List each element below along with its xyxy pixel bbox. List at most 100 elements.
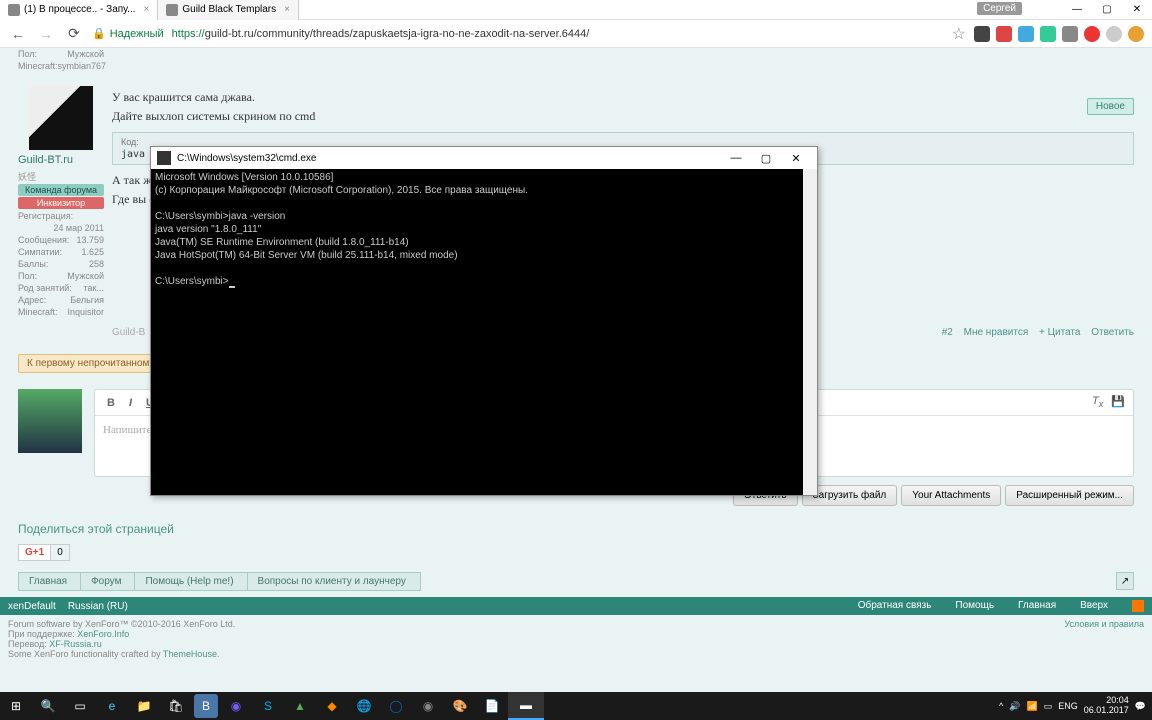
tab-1[interactable]: (1) В процессе.. - Запу... × xyxy=(0,0,158,20)
avatar[interactable] xyxy=(29,86,93,150)
ext-icon[interactable] xyxy=(996,26,1012,42)
save-draft-icon[interactable]: 💾 xyxy=(1111,395,1125,409)
advanced-button[interactable]: Расширенный режим... xyxy=(1005,485,1134,506)
url-field[interactable]: https://guild-bt.ru/community/threads/za… xyxy=(172,28,944,40)
edge-icon[interactable]: e xyxy=(96,692,128,720)
help-link[interactable]: Помощь xyxy=(955,600,994,612)
secure-label: Надежный xyxy=(110,28,164,40)
app-icon[interactable]: 📄 xyxy=(476,692,508,720)
task-view-icon[interactable]: ▭ xyxy=(64,692,96,720)
chrome-icon[interactable]: 🌐 xyxy=(348,692,380,720)
app-icon[interactable]: ◯ xyxy=(380,692,412,720)
theme-link[interactable]: xenDefault xyxy=(8,601,56,612)
lock-icon: 🔒 xyxy=(92,27,106,40)
lang-link[interactable]: Russian (RU) xyxy=(68,601,128,612)
battery-icon[interactable]: ▭ xyxy=(1044,701,1053,712)
network-icon[interactable]: 📶 xyxy=(1026,701,1037,712)
breadcrumb-item[interactable]: Форум xyxy=(80,572,136,591)
minimize-icon[interactable]: — xyxy=(1062,0,1092,20)
new-button[interactable]: Новое xyxy=(1087,98,1134,115)
quote-link[interactable]: + Цитата xyxy=(1039,327,1080,338)
volume-icon[interactable]: 🔊 xyxy=(1009,701,1020,712)
clock[interactable]: 20:04 06.01.2017 xyxy=(1084,696,1129,716)
cmd-titlebar[interactable]: C:\Windows\system32\cmd.exe — ▢ ✕ xyxy=(151,147,817,169)
cmd-terminal[interactable]: Microsoft Windows [Version 10.0.10586] (… xyxy=(151,169,817,495)
star-icon[interactable]: ☆ xyxy=(952,24,966,44)
like-link[interactable]: Мне нравится xyxy=(964,327,1029,338)
browser-titlebar: (1) В процессе.. - Запу... × Guild Black… xyxy=(0,0,1152,20)
avatar[interactable] xyxy=(18,389,82,453)
maximize-icon[interactable]: ▢ xyxy=(751,148,781,168)
scrollbar[interactable] xyxy=(803,169,817,495)
minimize-icon[interactable]: — xyxy=(721,148,751,168)
close-icon[interactable]: ✕ xyxy=(781,148,811,168)
windows-taskbar: ⊞ 🔍 ▭ e 📁 🛍 В ◉ S ▲ ◆ 🌐 ◯ ◉ 🎨 📄 ▬ ^ 🔊 📶 … xyxy=(0,692,1152,720)
start-button[interactable]: ⊞ xyxy=(0,692,32,720)
breadcrumb: Главная Форум Помощь (Help me!) Вопросы … xyxy=(18,572,1134,591)
reload-button[interactable]: ⟳ xyxy=(64,24,84,44)
ext-icon[interactable] xyxy=(1018,26,1034,42)
tab-title: Guild Black Templars xyxy=(182,4,276,15)
close-icon[interactable]: × xyxy=(144,4,150,15)
tray-up-icon[interactable]: ^ xyxy=(999,701,1003,711)
ext-icon[interactable] xyxy=(1062,26,1078,42)
window-controls: — ▢ ✕ xyxy=(1062,0,1152,20)
lang-indicator[interactable]: ENG xyxy=(1058,701,1078,711)
secure-indicator[interactable]: 🔒 Надежный xyxy=(92,27,164,40)
bold-button[interactable]: B xyxy=(103,395,119,411)
breadcrumb-item[interactable]: Вопросы по клиенту и лаунчеру xyxy=(247,572,421,591)
contact-link[interactable]: Обратная связь xyxy=(858,600,932,612)
terms-link[interactable]: Условия и правила xyxy=(1064,619,1144,629)
scroll-top-icon[interactable]: ↗ xyxy=(1116,572,1134,590)
search-icon[interactable]: 🔍 xyxy=(32,692,64,720)
app-icon[interactable]: 🎨 xyxy=(444,692,476,720)
explorer-icon[interactable]: 📁 xyxy=(128,692,160,720)
italic-button[interactable]: I xyxy=(125,395,136,411)
ext-icon[interactable] xyxy=(1040,26,1056,42)
ext-icon[interactable] xyxy=(1084,26,1100,42)
store-icon[interactable]: 🛍 xyxy=(160,692,192,720)
breadcrumb-item[interactable]: Помощь (Help me!) xyxy=(134,572,248,591)
notification-icon[interactable]: 💬 xyxy=(1135,701,1146,712)
reply-link[interactable]: Ответить xyxy=(1091,327,1134,338)
share-title: Поделиться этой страницей xyxy=(18,522,1134,536)
top-link[interactable]: Вверх xyxy=(1080,600,1108,612)
rss-icon[interactable] xyxy=(1132,600,1144,612)
cursor xyxy=(229,286,235,288)
first-unread-button[interactable]: К первому непрочитанному xyxy=(18,354,164,373)
app-icon[interactable]: ▲ xyxy=(284,692,316,720)
skype-icon[interactable]: S xyxy=(252,692,284,720)
vk-icon[interactable]: В xyxy=(194,694,218,718)
gplus-widget[interactable]: G+10 xyxy=(18,542,70,560)
breadcrumb-item[interactable]: Главная xyxy=(18,572,82,591)
cmd-icon xyxy=(157,151,171,165)
ext-icon[interactable] xyxy=(1106,26,1122,42)
user-badge: Сергей xyxy=(977,2,1022,15)
viber-icon[interactable]: ◉ xyxy=(220,692,252,720)
post-number[interactable]: #2 xyxy=(942,327,953,338)
badge: Инквизитор xyxy=(18,197,104,209)
close-icon[interactable]: × xyxy=(284,4,290,15)
home-link[interactable]: Главная xyxy=(1018,600,1056,612)
ext-icon[interactable] xyxy=(974,26,990,42)
cmd-window[interactable]: C:\Windows\system32\cmd.exe — ▢ ✕ Micros… xyxy=(150,146,818,496)
maximize-icon[interactable]: ▢ xyxy=(1092,0,1122,20)
cmd-taskbar-icon[interactable]: ▬ xyxy=(508,692,544,720)
address-bar: ← → ⟳ 🔒 Надежный https://guild-bt.ru/com… xyxy=(0,20,1152,48)
favicon xyxy=(166,4,178,16)
cmd-title-text: C:\Windows\system32\cmd.exe xyxy=(177,153,317,164)
footer-bar: xenDefault Russian (RU) Обратная связь П… xyxy=(0,597,1152,615)
attachments-button[interactable]: Your Attachments xyxy=(901,485,1001,506)
forward-button[interactable]: → xyxy=(36,24,56,44)
tab-2[interactable]: Guild Black Templars × xyxy=(158,0,299,20)
username-link[interactable]: Guild-BT.ru xyxy=(18,154,104,166)
app-icon[interactable]: ◆ xyxy=(316,692,348,720)
tab-title: (1) В процессе.. - Запу... xyxy=(24,4,136,15)
avatar-icon[interactable] xyxy=(1128,26,1144,42)
clear-format-icon[interactable]: Tx xyxy=(1092,395,1103,409)
steam-icon[interactable]: ◉ xyxy=(412,692,444,720)
back-button[interactable]: ← xyxy=(8,24,28,44)
badge: Команда форума xyxy=(18,184,104,196)
footer-text: Условия и правила Forum software by XenF… xyxy=(0,615,1152,663)
close-icon[interactable]: ✕ xyxy=(1122,0,1152,20)
